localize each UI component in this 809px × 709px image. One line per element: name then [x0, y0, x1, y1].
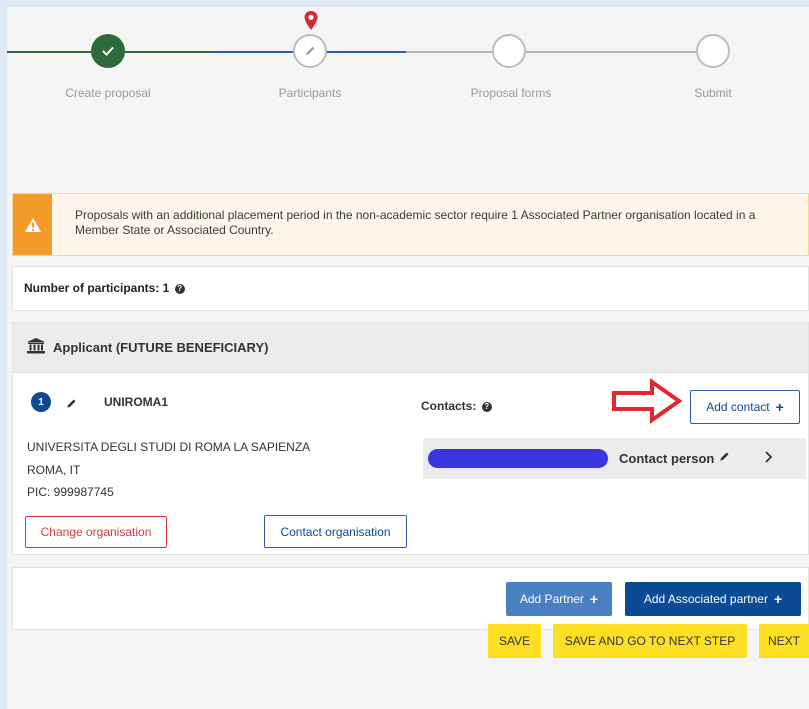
map-pin-icon	[303, 10, 319, 37]
stepper-line-pending	[526, 51, 696, 53]
check-icon	[102, 46, 114, 56]
applicant-card: Applicant (FUTURE BENEFICIARY) 1 UNIROMA…	[12, 322, 809, 555]
plus-icon: +	[589, 591, 599, 607]
institution-icon	[27, 338, 45, 359]
plus-icon: +	[775, 399, 784, 415]
change-organisation-button[interactable]: Change organisation	[25, 516, 167, 548]
step-label-submit: Submit	[694, 86, 732, 100]
help-icon[interactable]: ?	[174, 283, 185, 294]
stepper-line-active	[326, 51, 406, 53]
step-label-participants: Participants	[278, 86, 342, 100]
partner-actions-panel: Add Partner + Add Associated partner +	[12, 567, 809, 630]
add-partner-label: Add Partner	[519, 592, 584, 606]
step-create-proposal[interactable]	[91, 34, 125, 68]
participants-count-panel: Number of participants: 1 ?	[12, 266, 809, 311]
participant-short-name: UNIROMA1	[104, 395, 169, 409]
contacts-label: Contacts:	[421, 399, 477, 413]
page-canvas: Create proposal Participants Proposal fo…	[7, 7, 809, 709]
add-associated-partner-label: Add Associated partner	[643, 592, 768, 606]
next-button[interactable]: NEXT	[759, 624, 809, 658]
progress-stepper: Create proposal Participants Proposal fo…	[7, 7, 809, 117]
arrow-right-icon	[611, 378, 683, 429]
edit-contact-icon[interactable]	[719, 449, 730, 467]
add-associated-partner-button[interactable]: Add Associated partner +	[625, 582, 801, 616]
step-label-proposal-forms: Proposal forms	[470, 86, 552, 100]
organisation-pic: PIC: 999987745	[27, 485, 114, 499]
add-partner-button[interactable]: Add Partner +	[506, 582, 612, 616]
step-submit[interactable]	[696, 34, 730, 68]
applicant-header: Applicant (FUTURE BENEFICIARY)	[13, 323, 808, 373]
contact-person-row[interactable]: Contact person	[423, 438, 806, 479]
help-icon[interactable]: ?	[481, 401, 492, 412]
participants-count-label: Number of participants: 1	[24, 281, 170, 295]
warning-icon	[13, 194, 52, 255]
save-and-next-button[interactable]: SAVE AND GO TO NEXT STEP	[553, 624, 747, 658]
redacted-contact-name	[428, 449, 608, 468]
participants-count: Number of participants: 1 ?	[24, 281, 185, 295]
add-contact-button[interactable]: Add contact +	[690, 390, 800, 424]
add-contact-label: Add contact	[706, 400, 770, 414]
contact-person-label: Contact person	[619, 451, 715, 466]
alert-message: Proposals with an additional placement p…	[75, 208, 756, 237]
organisation-name: UNIVERSITA DEGLI STUDI DI ROMA LA SAPIEN…	[27, 440, 311, 454]
pencil-icon	[306, 46, 315, 55]
step-participants[interactable]	[293, 34, 327, 68]
contact-organisation-button[interactable]: Contact organisation	[264, 515, 407, 548]
stepper-line-done	[7, 51, 97, 53]
stepper-line-pending	[406, 51, 492, 53]
step-proposal-forms[interactable]	[492, 34, 526, 68]
plus-icon: +	[773, 591, 783, 607]
contacts-heading: Contacts: ?	[421, 399, 492, 413]
stepper-line-active	[212, 51, 299, 53]
save-button[interactable]: SAVE	[488, 624, 541, 658]
participant-number-badge: 1	[31, 392, 51, 412]
organisation-location: ROMA, IT	[27, 463, 81, 477]
warning-alert: Proposals with an additional placement p…	[12, 193, 809, 256]
applicant-title: Applicant (FUTURE BENEFICIARY)	[53, 340, 269, 355]
chevron-right-icon[interactable]	[763, 449, 773, 470]
step-label-create-proposal: Create proposal	[65, 86, 151, 100]
edit-icon[interactable]	[66, 396, 77, 414]
